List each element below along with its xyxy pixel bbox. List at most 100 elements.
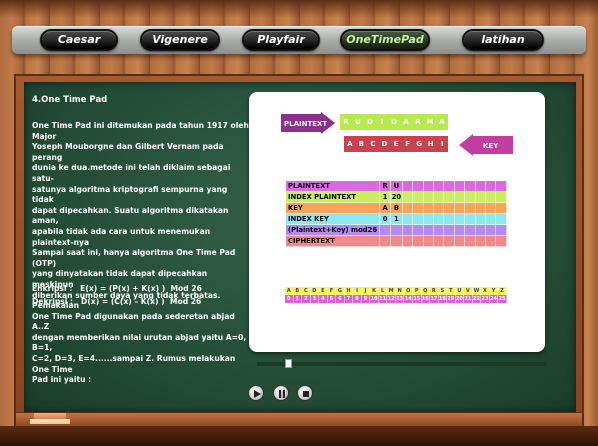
otp-cell [495, 191, 507, 203]
alphabet-index: 7 [345, 295, 354, 303]
otp-row-label: KEY [284, 202, 381, 214]
key-letter: B [358, 140, 365, 148]
alphabet-index: 20 [455, 295, 465, 303]
otp-row-label: INDEX KEY [284, 213, 381, 225]
nav-button-vigenere[interactable]: Vigenere [140, 29, 220, 51]
alphabet-index: 11 [379, 295, 388, 303]
otp-cell: 1 [379, 191, 392, 203]
otp-cell [495, 235, 507, 247]
otp-cell [453, 235, 466, 247]
alphabet-letter: T [447, 287, 456, 295]
otp-cell [401, 213, 414, 225]
key-letter-strip: A B C D E F G H I [344, 136, 448, 152]
plaintext-letter: D [391, 118, 397, 126]
otp-cell [464, 224, 476, 236]
otp-cell [390, 235, 403, 247]
otp-table-row: (Plaintext+Key) mod26 [284, 224, 507, 236]
otp-cell [485, 213, 497, 225]
otp-row-label: CIPHERTEXT [284, 235, 381, 247]
alphabet-strip: ABCDEFGHIJKLMNOPQRSTUVWXYZ [285, 287, 507, 295]
otp-cell: 1 [390, 213, 403, 225]
otp-cell: 20 [390, 191, 403, 203]
board-ledge [16, 412, 582, 426]
alphabet-index: 9 [362, 295, 371, 303]
progress-track[interactable] [257, 362, 547, 366]
otp-cell [422, 235, 434, 247]
alphabet-letter: G [336, 287, 345, 295]
alphabet-letter: S [439, 287, 448, 295]
decrypt-formula-row: Dekripsi : D(x) = (C(x) – K(x) ) Mod 26 [32, 297, 201, 306]
lesson-line: Pad ini yaitu : [32, 375, 92, 385]
otp-cell [443, 235, 455, 247]
otp-cell [412, 213, 424, 225]
alphabet-letter: V [464, 287, 473, 295]
play-button[interactable] [248, 385, 264, 401]
otp-table-row: INDEX KEY 0 1 [284, 213, 507, 225]
alphabet-letter: I [353, 287, 362, 295]
otp-cell [412, 191, 424, 203]
alphabet-letter: Y [490, 287, 499, 295]
key-letter: A [347, 140, 353, 148]
otp-cell [412, 224, 424, 236]
otp-cell [412, 202, 424, 214]
otp-row-label: PLAINTEXT [284, 180, 381, 192]
alphabet-index: 1 [294, 295, 303, 303]
alphabet-letter: P [413, 287, 422, 295]
pause-icon [279, 390, 285, 398]
otp-cell: 0 [379, 213, 392, 225]
otp-cell [453, 202, 466, 214]
alphabet-index: 10 [370, 295, 379, 303]
otp-cell [474, 202, 487, 214]
alphabet-letter: W [473, 287, 482, 295]
lesson-line: Sampai saat ini, hanya algoritma One Tim… [32, 248, 236, 268]
otp-cell [422, 180, 434, 192]
lesson-line: satunya algoritma kriptografi sempurna y… [32, 184, 228, 205]
alphabet-index: 4 [319, 295, 328, 303]
otp-cell [401, 191, 414, 203]
otp-table-row: KEY A B [284, 202, 507, 214]
plaintext-letter: M [426, 118, 434, 126]
nav-button-playfair[interactable]: Playfair [242, 29, 320, 51]
alphabet-index: 8 [353, 295, 362, 303]
alphabet-letter: Z [498, 287, 507, 295]
nav-button-onetimepad[interactable]: OneTimePad [340, 29, 430, 51]
otp-cell [443, 224, 455, 236]
otp-cell [464, 191, 476, 203]
alphabet-index: 12 [387, 295, 396, 303]
alphabet-letter: E [319, 287, 328, 295]
otp-cell [474, 235, 487, 247]
key-letter: E [393, 140, 399, 148]
otp-cell: B [390, 202, 403, 214]
otp-row-label: (Plaintext+Key) mod26 [284, 224, 381, 236]
otp-cell [443, 213, 455, 225]
otp-cell [474, 224, 487, 236]
otp-cell [485, 202, 497, 214]
otp-cell [495, 213, 507, 225]
otp-cell [422, 213, 434, 225]
lesson-line: C=2, D=3, E=4......sampai Z. Rumus melak… [32, 354, 236, 374]
alphabet-index: 3 [311, 295, 320, 303]
pause-button[interactable] [273, 385, 289, 401]
otp-cell [453, 180, 466, 192]
otp-cell [485, 180, 497, 192]
otp-cell: A [379, 202, 392, 214]
alphabet-letter: U [456, 287, 465, 295]
otp-cell [422, 191, 434, 203]
plaintext-letter: A [439, 118, 445, 126]
stop-button[interactable] [297, 385, 313, 401]
decrypt-label: Dekripsi : [32, 297, 74, 306]
alphabet-index: 16 [421, 295, 431, 303]
otp-cell [474, 180, 487, 192]
lesson-line: One Time Pad ini ditemukan pada tahun 19… [32, 121, 249, 141]
otp-table: PLAINTEXT R U INDEX PLAINTEXT 1 20 KEY A B INDEX … [284, 180, 507, 247]
nav-button-latihan[interactable]: latihan [462, 29, 544, 51]
nav-button-caesar[interactable]: Caesar [40, 29, 118, 51]
otp-cell: U [390, 180, 403, 192]
alphabet-index: 18 [438, 295, 448, 303]
otp-row-label: INDEX PLAINTEXT [284, 191, 381, 203]
progress-thumb[interactable] [285, 359, 293, 368]
otp-cell [474, 191, 487, 203]
plaintext-letter: D [367, 118, 373, 126]
lesson-line: dapat dipecahkan. Suatu algoritma dikata… [32, 205, 229, 226]
otp-cell [443, 191, 455, 203]
